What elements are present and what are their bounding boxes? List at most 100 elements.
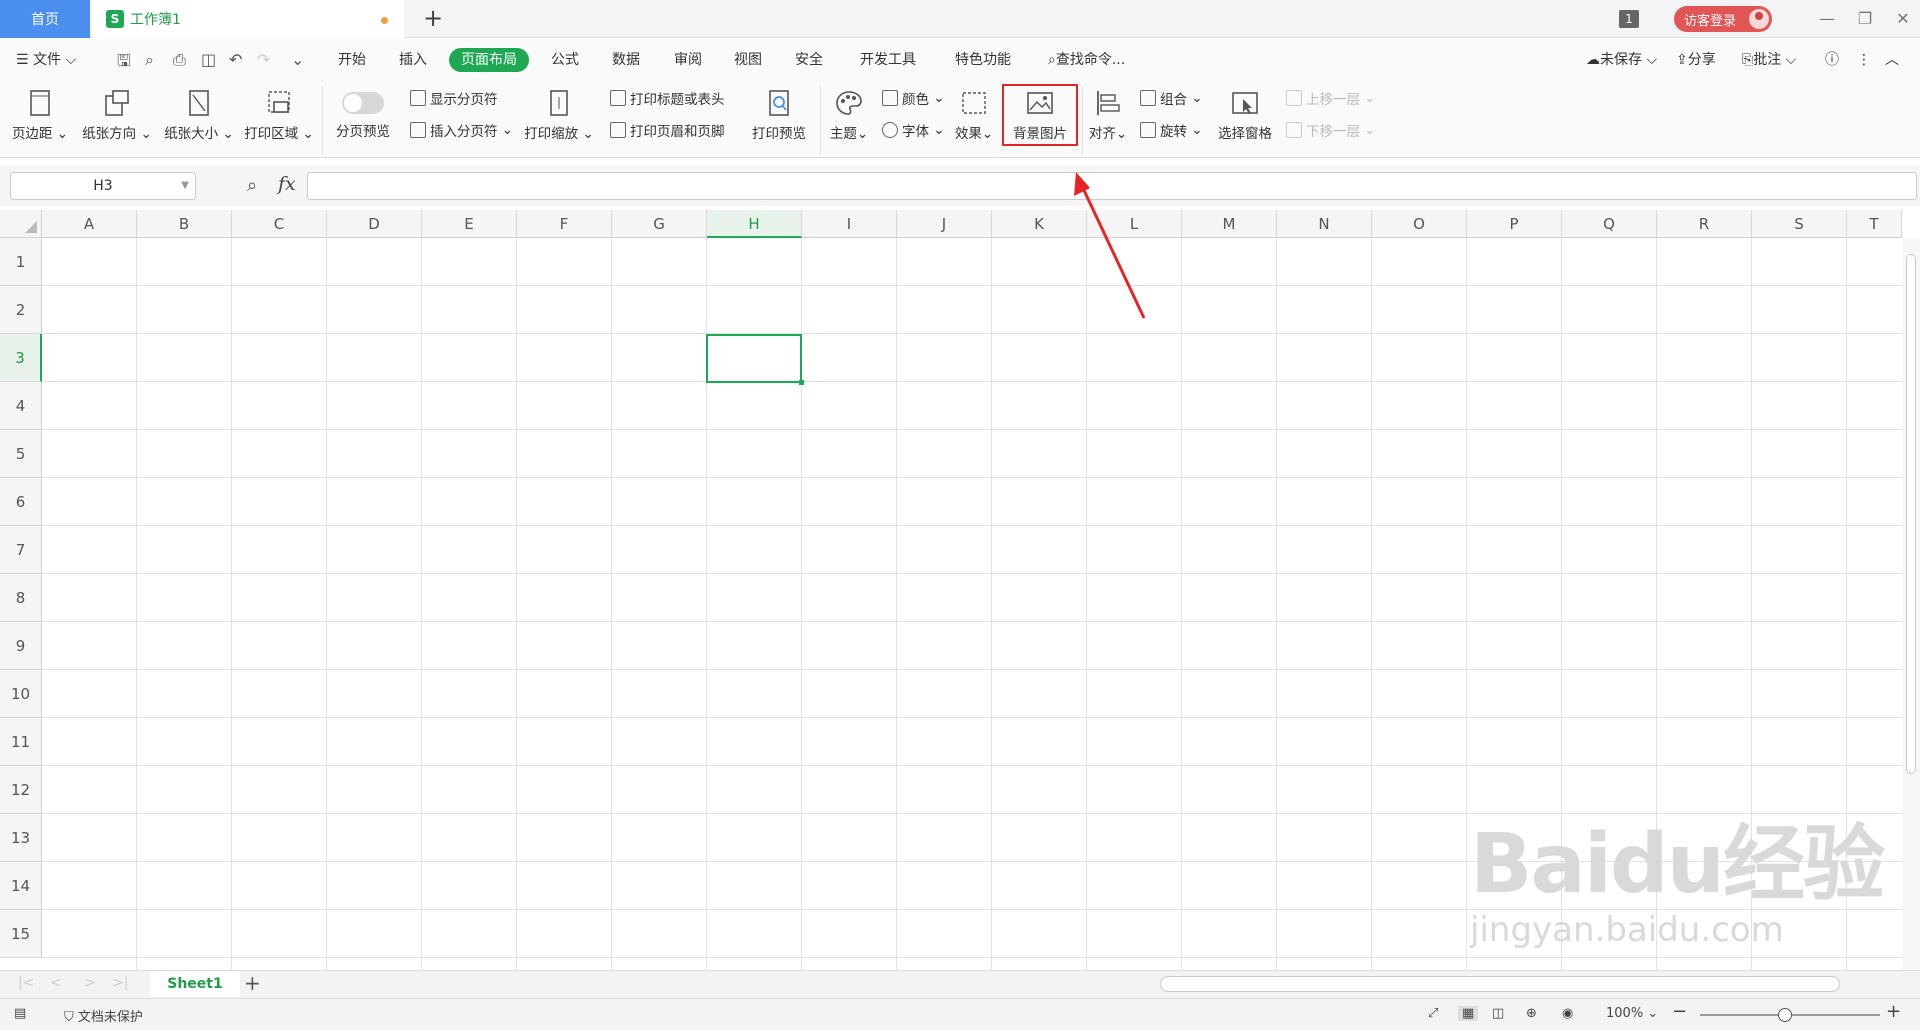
minimize-icon[interactable]: — <box>1812 6 1842 32</box>
column-header-c[interactable]: C <box>232 210 327 238</box>
active-cell[interactable] <box>706 334 804 385</box>
tab-insert[interactable]: 插入 <box>399 48 427 72</box>
column-header-g[interactable]: G <box>612 210 707 238</box>
page-break-preview-toggle[interactable]: 分页预览 <box>330 92 396 140</box>
more-icon[interactable]: ⋮ <box>1857 48 1871 72</box>
column-header-a[interactable]: A <box>42 210 137 238</box>
rotate-button[interactable]: 旋转 ⌄ <box>1140 120 1203 140</box>
add-sheet-button[interactable]: + <box>244 971 261 995</box>
horizontal-scrollbar[interactable] <box>1160 976 1840 992</box>
column-header-k[interactable]: K <box>992 210 1087 238</box>
tab-data[interactable]: 数据 <box>612 48 640 72</box>
document-icon[interactable]: ▤ <box>14 1006 26 1021</box>
prev-sheet-icon[interactable]: < <box>50 975 62 991</box>
guest-login-button[interactable]: 访客登录 <box>1674 6 1772 32</box>
protection-status[interactable]: ⛉ 文档未保护 <box>64 1006 143 1025</box>
tab-special-features[interactable]: 特色功能 <box>955 48 1011 72</box>
tab-page-layout[interactable]: 页面布局 <box>449 48 529 72</box>
row-header-3[interactable]: 3 <box>0 334 42 382</box>
cloud-save-button[interactable]: ☁未保存 ⌵ <box>1586 48 1657 72</box>
column-header-l[interactable]: L <box>1087 210 1182 238</box>
print-area-button[interactable]: 打印区域 ⌄ <box>242 88 316 142</box>
row-header-8[interactable]: 8 <box>0 574 42 622</box>
print-scale-button[interactable]: 打印缩放 ⌄ <box>522 88 596 142</box>
row-header-6[interactable]: 6 <box>0 478 42 526</box>
fullscreen-icon[interactable]: ⤢ <box>1428 1006 1438 1021</box>
margins-button[interactable]: 页边距 ⌄ <box>10 88 70 142</box>
file-menu[interactable]: ☰ 文件 ⌵ <box>16 48 76 72</box>
first-sheet-icon[interactable]: |< <box>18 975 34 991</box>
sheet-tab[interactable]: Sheet1 <box>150 971 240 997</box>
print-titles-button[interactable]: 打印标题或表头 <box>610 88 725 108</box>
row-header-11[interactable]: 11 <box>0 718 42 766</box>
row-header-14[interactable]: 14 <box>0 862 42 910</box>
orientation-button[interactable]: 纸张方向 ⌄ <box>80 88 154 142</box>
column-header-t[interactable]: T <box>1847 210 1902 238</box>
selection-pane-button[interactable]: 选择窗格 <box>1212 88 1278 142</box>
insert-page-break-button[interactable]: 插入分页符 ⌄ <box>410 120 513 140</box>
send-backward-button[interactable]: 下移一层 ⌄ <box>1286 120 1376 140</box>
row-header-9[interactable]: 9 <box>0 622 42 670</box>
column-header-i[interactable]: I <box>802 210 897 238</box>
column-header-j[interactable]: J <box>897 210 992 238</box>
collapse-ribbon-icon[interactable]: ︿ <box>1885 48 1899 72</box>
redo-icon[interactable]: ↷ <box>257 50 270 69</box>
tab-formulas[interactable]: 公式 <box>551 48 579 72</box>
select-all-corner[interactable] <box>0 210 42 238</box>
undo-icon[interactable]: ↶ <box>229 50 242 69</box>
document-tab[interactable]: S 工作簿1 <box>92 0 404 38</box>
effects-button[interactable]: 效果⌄ <box>950 88 998 142</box>
column-header-s[interactable]: S <box>1752 210 1847 238</box>
zoom-out-icon[interactable]: − <box>1672 1001 1687 1022</box>
row-header-5[interactable]: 5 <box>0 430 42 478</box>
eye-protection-icon[interactable]: ◉ <box>1562 1006 1573 1021</box>
print-header-footer-button[interactable]: 打印页眉和页脚 <box>610 120 725 140</box>
zoom-level[interactable]: 100% ⌄ <box>1606 1006 1658 1021</box>
column-header-e[interactable]: E <box>422 210 517 238</box>
align-button[interactable]: 对齐⌄ <box>1088 88 1128 142</box>
row-header-12[interactable]: 12 <box>0 766 42 814</box>
save-icon[interactable]: 🖫 <box>117 50 131 77</box>
tab-developer[interactable]: 开发工具 <box>860 48 916 72</box>
normal-view-icon[interactable]: ▦ <box>1458 1006 1479 1021</box>
column-header-d[interactable]: D <box>327 210 422 238</box>
tab-view[interactable]: 视图 <box>734 48 762 72</box>
row-header-1[interactable]: 1 <box>0 238 42 286</box>
row-header-2[interactable]: 2 <box>0 286 42 334</box>
print-icon[interactable]: ⎙ <box>173 50 186 70</box>
zoom-formula-icon[interactable]: ⌕ <box>247 175 257 196</box>
comment-button[interactable]: ⎘批注 ⌵ <box>1742 48 1796 72</box>
row-header-4[interactable]: 4 <box>0 382 42 430</box>
new-tab-button[interactable]: + <box>420 6 446 32</box>
page-layout-view-icon[interactable]: ◫ <box>1492 1006 1504 1021</box>
scroll-thumb[interactable] <box>1906 254 1916 774</box>
column-header-b[interactable]: B <box>137 210 232 238</box>
search-command[interactable]: ⌕查找命令... <box>1048 48 1125 72</box>
group-button[interactable]: 组合 ⌄ <box>1140 88 1203 108</box>
next-sheet-icon[interactable]: > <box>84 975 96 991</box>
column-header-p[interactable]: P <box>1467 210 1562 238</box>
formula-input[interactable] <box>307 172 1917 200</box>
column-header-h[interactable]: H <box>707 210 802 238</box>
paper-size-button[interactable]: 纸张大小 ⌄ <box>162 88 236 142</box>
name-box[interactable]: H3 ▼ <box>10 172 196 200</box>
restore-icon[interactable]: ❐ <box>1850 6 1880 32</box>
customize-toolbar-icon[interactable]: ⌄ <box>291 50 304 69</box>
zoom-slider-knob[interactable] <box>1778 1008 1792 1022</box>
column-header-r[interactable]: R <box>1657 210 1752 238</box>
help-icon[interactable]: ⓘ <box>1825 48 1839 72</box>
column-header-q[interactable]: Q <box>1562 210 1657 238</box>
close-icon[interactable]: ✕ <box>1888 6 1918 32</box>
last-sheet-icon[interactable]: >| <box>112 975 128 991</box>
colors-button[interactable]: 颜色 ⌄ <box>882 88 945 108</box>
row-header-15[interactable]: 15 <box>0 910 42 958</box>
show-page-breaks-checkbox[interactable]: 显示分页符 <box>410 88 498 108</box>
column-header-m[interactable]: M <box>1182 210 1277 238</box>
home-tab[interactable]: 首页 <box>0 0 90 38</box>
row-header-13[interactable]: 13 <box>0 814 42 862</box>
function-icon[interactable]: fx <box>278 173 296 195</box>
tab-review[interactable]: 审阅 <box>674 48 702 72</box>
vertical-scrollbar[interactable] <box>1902 238 1920 970</box>
zoom-in-icon[interactable]: + <box>1886 1001 1901 1022</box>
share-button[interactable]: ⇪分享 <box>1676 48 1716 72</box>
